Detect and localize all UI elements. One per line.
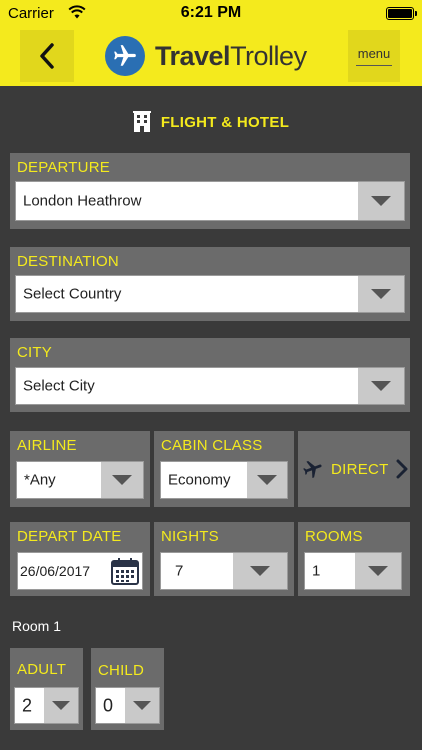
back-button[interactable] (20, 30, 74, 82)
calendar-icon[interactable] (110, 556, 140, 586)
nights-panel: NIGHTS 7 (154, 522, 294, 596)
chevron-down-icon (112, 475, 132, 485)
adult-label: ADULT (17, 661, 67, 678)
departure-panel: DEPARTURE London Heathrow (10, 153, 410, 229)
city-label: CITY (17, 344, 52, 361)
chevron-down-icon (371, 381, 391, 391)
direct-flight-toggle[interactable]: DIRECT (298, 431, 410, 507)
depart-date-panel: DEPART DATE 26/06/2017 (10, 522, 150, 596)
cabin-class-label: CABIN CLASS (161, 437, 263, 454)
chevron-right-icon (396, 459, 408, 479)
airline-label: AIRLINE (17, 437, 77, 454)
adult-panel: ADULT 2 (10, 648, 83, 730)
rooms-panel: ROOMS 1 (298, 522, 410, 596)
rooms-select[interactable]: 1 (304, 552, 402, 590)
child-value: 0 (103, 695, 114, 715)
adult-select[interactable]: 2 (14, 687, 79, 724)
brand-name: TravelTrolley (155, 40, 307, 71)
plane-icon (303, 461, 322, 479)
child-panel: CHILD 0 (91, 648, 164, 730)
airline-value: *Any (24, 471, 56, 489)
app-header: TravelTrolley menu (0, 28, 422, 86)
destination-value: Select Country (23, 285, 122, 303)
room-1-label: Room 1 (12, 618, 62, 634)
brand-logo: TravelTrolley (105, 36, 307, 76)
clock-time: 6:21 PM (180, 4, 242, 21)
rooms-label: ROOMS (305, 528, 363, 545)
menu-button[interactable]: menu (348, 30, 400, 82)
destination-label: DESTINATION (17, 253, 119, 270)
chevron-down-icon (368, 566, 388, 576)
depart-date-input[interactable]: 26/06/2017 (17, 552, 143, 590)
chevron-down-icon (52, 701, 70, 710)
menu-label: menu (357, 46, 391, 61)
chevron-down-icon (250, 566, 270, 576)
chevron-down-icon (371, 289, 391, 299)
chevron-down-icon (371, 196, 391, 206)
destination-select[interactable]: Select Country (15, 275, 405, 313)
status-bar: Carrier 6:21 PM (0, 0, 422, 28)
adult-value: 2 (22, 695, 33, 715)
depart-date-label: DEPART DATE (17, 528, 122, 545)
rooms-value: 1 (312, 562, 321, 580)
nights-value: 7 (175, 562, 184, 580)
cabin-class-panel: CABIN CLASS Economy (154, 431, 294, 507)
city-select[interactable]: Select City (15, 367, 405, 405)
direct-label: DIRECT (331, 460, 389, 478)
cabin-class-select[interactable]: Economy (160, 461, 288, 499)
departure-select[interactable]: London Heathrow (15, 181, 405, 221)
departure-value: London Heathrow (23, 192, 142, 210)
child-label: CHILD (98, 662, 145, 679)
depart-date-value: 26/06/2017 (20, 563, 91, 579)
chevron-down-icon (257, 475, 277, 485)
child-select[interactable]: 0 (95, 687, 160, 724)
city-value: Select City (23, 377, 95, 395)
departure-label: DEPARTURE (17, 159, 110, 176)
cabin-class-value: Economy (168, 471, 231, 489)
battery-icon (386, 7, 417, 20)
section-title: FLIGHT & HOTEL (0, 107, 422, 137)
city-panel: CITY Select City (10, 338, 410, 412)
hotel-icon (132, 111, 151, 132)
nights-select[interactable]: 7 (160, 552, 288, 590)
section-title-text: FLIGHT & HOTEL (160, 113, 290, 131)
chevron-down-icon (133, 701, 151, 710)
airline-panel: AIRLINE *Any (10, 431, 150, 507)
destination-panel: DESTINATION Select Country (10, 247, 410, 321)
airline-select[interactable]: *Any (16, 461, 144, 499)
nights-label: NIGHTS (161, 528, 219, 545)
plane-logo-icon (105, 36, 145, 76)
back-chevron-icon (40, 43, 54, 69)
